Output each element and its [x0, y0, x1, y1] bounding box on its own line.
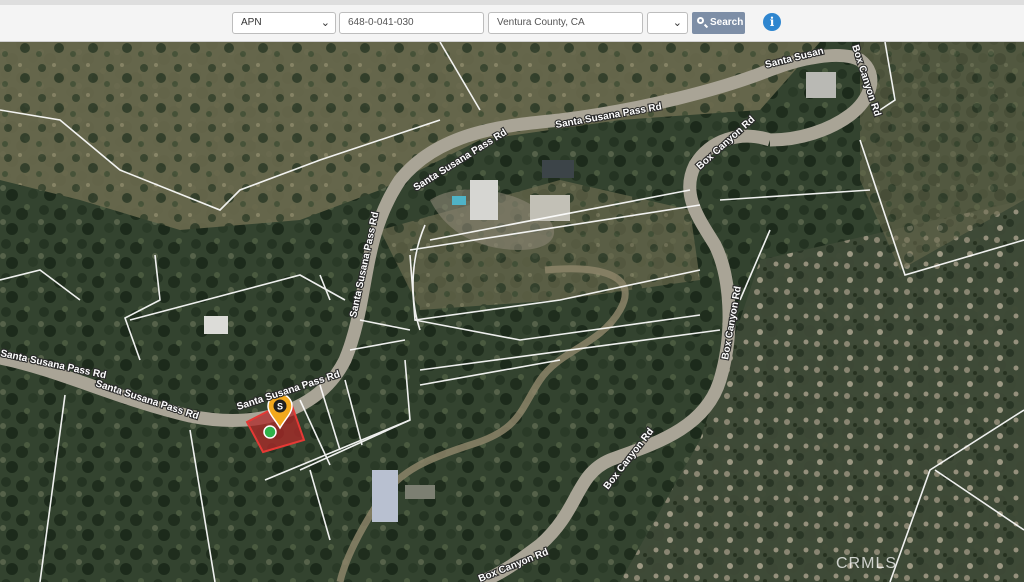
apn-input[interactable]: 648-0-041-030 — [339, 12, 484, 34]
search-icon — [697, 17, 704, 24]
extra-select[interactable]: ⌄ — [647, 12, 688, 34]
building — [806, 72, 836, 98]
info-icon[interactable]: i — [763, 13, 781, 31]
building — [470, 180, 498, 220]
apn-input-value: 648-0-041-030 — [348, 17, 414, 28]
building — [372, 470, 398, 522]
crmls-watermark: CRMLS — [836, 555, 898, 572]
search-button[interactable]: Search — [692, 12, 745, 34]
marker-label: S — [277, 402, 283, 412]
search-button-label: Search — [710, 17, 744, 28]
chevron-down-icon: ⌄ — [320, 17, 330, 29]
search-type-select[interactable]: APN ⌄ — [232, 12, 336, 34]
building — [204, 316, 228, 334]
location-input[interactable]: Ventura County, CA — [488, 12, 643, 34]
chevron-down-icon: ⌄ — [672, 17, 682, 29]
building — [542, 160, 574, 178]
pool — [452, 196, 466, 205]
search-type-value: APN — [241, 17, 262, 28]
toolbar-top-border — [0, 0, 1024, 5]
parcel-center-dot — [263, 425, 277, 439]
satellite-map[interactable]: S Santa Susana Pass Rd Santa Susana Pass… — [0, 42, 1024, 582]
search-toolbar: APN ⌄ 648-0-041-030 Ventura County, CA ⌄… — [0, 0, 1024, 42]
location-input-value: Ventura County, CA — [497, 17, 585, 28]
building — [405, 485, 435, 499]
